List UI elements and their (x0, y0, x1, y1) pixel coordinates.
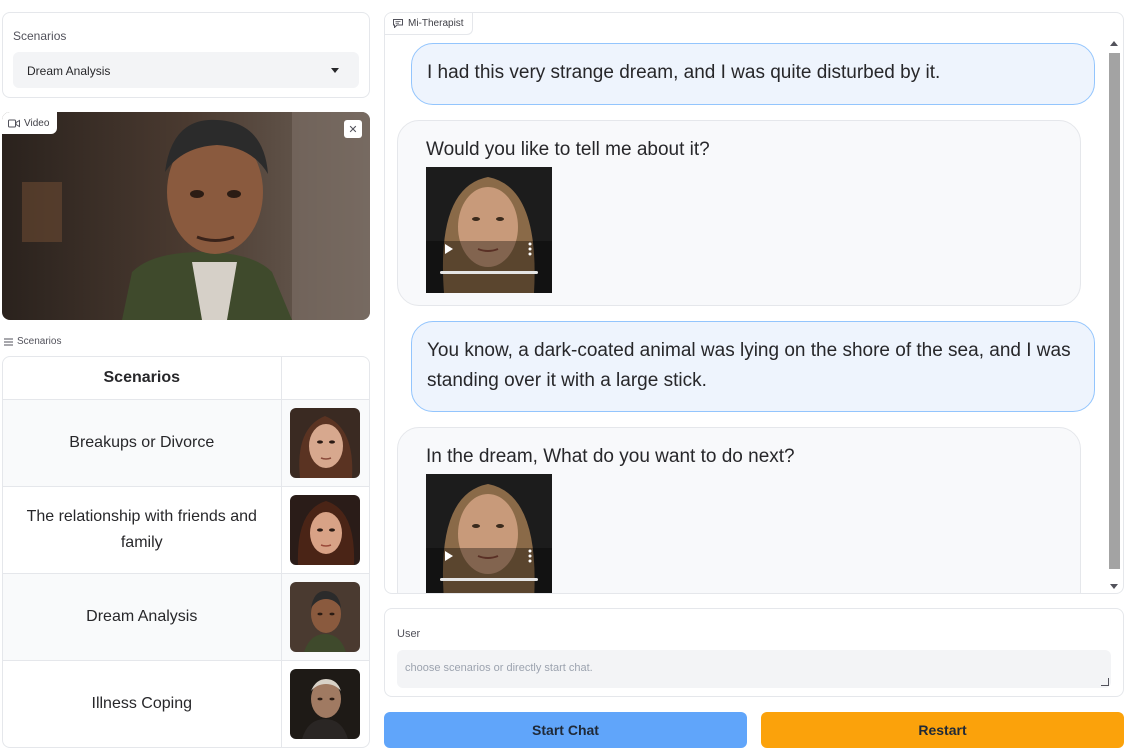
scenario-dropdown-label: Scenarios (13, 29, 67, 43)
chat-message-user: I had this very strange dream, and I was… (411, 43, 1095, 105)
scenarios-table: Scenarios Breakups or Divorce The relati… (2, 356, 370, 748)
table-row[interactable]: The relationship with friends and family (3, 486, 369, 574)
user-input-field[interactable] (397, 650, 1111, 688)
message-text: You know, a dark-coated animal was lying… (427, 340, 1071, 391)
scenarios-table-label: Scenarios (4, 336, 61, 347)
scenario-dropdown-block: Scenarios Dream Analysis (2, 12, 370, 98)
chat-message-user: You know, a dark-coated animal was lying… (411, 321, 1095, 412)
video-player[interactable]: Video ✕ (2, 112, 370, 320)
scenario-thumbnail[interactable] (290, 407, 361, 478)
table-row[interactable]: Dream Analysis (3, 573, 369, 661)
video-clip[interactable] (426, 167, 552, 293)
scenario-dropdown[interactable]: Dream Analysis (13, 52, 359, 88)
video-label-text: Video (24, 117, 50, 129)
chat-message-bot: In the dream, What do you want to do nex… (397, 427, 1081, 594)
scenario-thumbnail[interactable] (290, 581, 361, 652)
video-camera-icon (8, 119, 20, 127)
chat-message-bot: Would you like to tell me about it? (397, 120, 1081, 306)
scenario-label[interactable]: Breakups or Divorce (3, 399, 281, 487)
video-progress-bar (440, 271, 538, 274)
chevron-down-icon[interactable] (331, 68, 339, 73)
table-row[interactable]: Illness Coping (3, 660, 369, 747)
scenario-thumbnail-cell[interactable] (280, 486, 369, 574)
video-frame (2, 112, 370, 320)
chatbot-panel: Mi-Therapist I had this very strange dre… (384, 12, 1124, 594)
scenario-dropdown-value: Dream Analysis (27, 64, 111, 78)
list-icon (4, 338, 13, 345)
scrollbar-thumb[interactable] (1109, 53, 1120, 569)
close-icon[interactable]: ✕ (344, 120, 362, 138)
scenario-thumbnail[interactable] (290, 668, 361, 739)
message-text: In the dream, What do you want to do nex… (426, 446, 795, 467)
table-header: Scenarios (3, 357, 281, 400)
scenario-thumbnail-cell[interactable] (280, 399, 369, 487)
scroll-up-icon[interactable] (1110, 41, 1118, 46)
chatbot-label: Mi-Therapist (385, 13, 473, 35)
scenario-thumbnail-cell[interactable] (280, 573, 369, 661)
message-text: I had this very strange dream, and I was… (427, 62, 941, 83)
scenario-label[interactable]: Illness Coping (3, 660, 281, 747)
start-chat-button[interactable]: Start Chat (384, 712, 747, 748)
chat-icon (393, 19, 403, 28)
chatbot-label-text: Mi-Therapist (408, 18, 464, 29)
scenario-label[interactable]: The relationship with friends and family (3, 486, 281, 574)
table-header-image (280, 357, 369, 400)
video-label: Video (2, 112, 58, 134)
video-progress-bar (440, 578, 538, 581)
scenarios-table-label-text: Scenarios (17, 336, 62, 347)
scroll-down-icon[interactable] (1110, 584, 1118, 589)
scenario-thumbnail-cell[interactable] (280, 660, 369, 747)
video-clip[interactable] (426, 474, 552, 594)
table-row[interactable]: Breakups or Divorce (3, 399, 369, 487)
message-text: Would you like to tell me about it? (426, 139, 710, 160)
user-input-label: User (397, 628, 421, 640)
user-input-block: User (384, 608, 1124, 697)
resize-handle-icon[interactable] (1101, 678, 1109, 686)
restart-button[interactable]: Restart (761, 712, 1124, 748)
chat-scrollbar[interactable] (1107, 39, 1121, 593)
scenario-thumbnail[interactable] (290, 494, 361, 565)
scenario-label[interactable]: Dream Analysis (3, 573, 281, 661)
